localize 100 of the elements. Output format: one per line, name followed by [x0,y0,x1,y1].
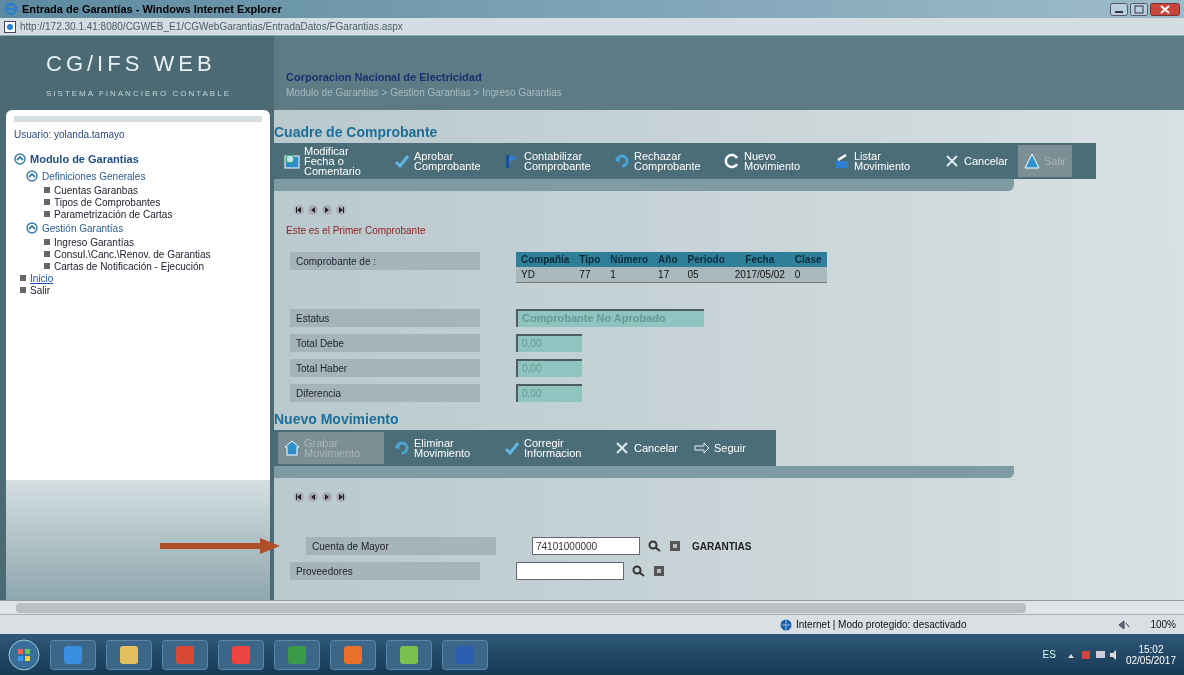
flag-icon [504,153,520,169]
menu-item[interactable]: Cartas de Notificación - Ejecución [54,260,205,272]
check-icon [394,153,410,169]
refresh-icon [724,153,740,169]
first-record-icon[interactable] [294,205,304,215]
bullet-icon [44,239,50,245]
maximize-icon [1130,2,1148,16]
globe-icon [780,618,792,631]
table-cell: 0 [789,267,827,283]
bullet-icon [44,211,50,217]
bullet-icon [20,287,26,293]
text-field[interactable]: 74101000000 [532,537,640,555]
first-record-icon[interactable] [294,492,304,502]
table-cell: 2017/05/02 [729,267,790,283]
minimize-icon [1110,2,1128,16]
window-title: Entrada de Garantías - Windows Internet Explorer [22,1,282,17]
user-label: Usuario: yolanda.tamayo [14,128,125,142]
section-title: Cuadre de Comprobante [274,123,438,142]
undo-icon [614,153,630,169]
toolbar-button[interactable]: Aprobar Comprobante [388,145,494,177]
toolbar-button[interactable]: Cancelar [938,145,1015,177]
next-record-icon[interactable] [322,492,332,502]
app-logo: CG/IFS WEB [46,49,217,78]
menu-item[interactable]: Cuentas Garanbas [54,184,138,196]
field-label: Comprobante de : [290,252,480,270]
table-cell: 17 [653,267,683,283]
zoom-level[interactable]: 100% [1150,617,1176,632]
bullet-icon [20,275,26,281]
menu-item[interactable]: Ingreso Garantías [54,236,135,248]
arrow-icon [694,440,711,456]
toolbar-button[interactable]: Contabilizar Comprobante [498,145,604,177]
bullet-icon [44,187,50,193]
column-header: Número [605,252,654,267]
account-name: GARANTIAS [692,539,752,554]
calendar-icon [284,153,300,169]
app-subtitle: SISTEMA FINANCIERO CONTABLE [46,87,232,100]
menu-link[interactable]: Inicio [30,272,54,284]
field-label: Diferencia [290,384,480,402]
info-message: Este es el Primer Comprobante [285,224,426,238]
add-icon [670,541,680,551]
field-label: Cuenta de Mayor [306,537,496,555]
horizontal-scrollbar[interactable] [0,600,1184,614]
warning-icon [1024,153,1041,169]
menu-group[interactable]: Modulo de Garantias [30,151,139,168]
column-header: Clase [789,252,827,267]
column-header: Tipo [574,252,606,267]
clock-date[interactable]: 02/05/2017 [1125,654,1176,666]
start-button[interactable] [8,638,40,671]
toolbar-button[interactable]: Listar Movimiento [828,145,934,177]
field-label: Proveedores [290,562,480,580]
breadcrumb: Modulo de Garantias > Gestion Garantias > Ingreso Garantias [286,86,562,100]
close-icon [944,153,960,169]
menu-item[interactable]: Parametrización de Cartas [54,208,173,220]
language-indicator[interactable]: ES [1042,647,1056,662]
field-label: Total Debe [290,334,480,352]
toolbar-button[interactable]: Rechazar Comprobante [608,145,714,177]
menu-item[interactable]: Tipos de Comprobantes [54,196,161,208]
table-cell: YD [516,267,575,283]
bullet-icon [44,263,50,269]
toolbar-button[interactable]: Seguir [688,432,752,464]
field-label: Total Haber [290,359,480,377]
bullet-icon [44,199,50,205]
column-header: Periodo [682,252,730,267]
house-icon [284,440,300,456]
column-header: Compañía [516,252,575,267]
menu-item[interactable]: Salir [30,284,50,296]
menu-group[interactable]: Definiciones Generales [42,168,146,184]
menu-group[interactable]: Gestión Garantías [42,220,124,236]
toolbar-button[interactable]: Cancelar [608,432,685,464]
toolbar-button[interactable]: Eliminar Movimiento [388,432,494,464]
section-title: Nuevo Movimiento [274,410,399,429]
column-header: Fecha [729,252,790,267]
table-cell: 05 [682,267,730,283]
toolbar-button[interactable]: Nuevo Movimiento [718,145,824,177]
security-zone: Internet | Modo protegido: desactivado [796,618,967,632]
add-icon [654,566,664,576]
last-record-icon[interactable] [336,492,346,502]
clock-time[interactable]: 15:02 [1138,643,1164,655]
prev-record-icon[interactable] [308,492,318,502]
undo-icon [394,440,410,456]
toolbar-button[interactable]: Corregir Informacion [498,432,604,464]
menu-item[interactable]: Consul.\Canc.\Renov. de Garantias [54,248,211,260]
close-icon [614,440,630,456]
search-icon [632,565,646,577]
last-record-icon[interactable] [336,205,346,215]
table-cell: 77 [574,267,606,283]
organization-name: Corporacion Nacional de Electricidad [286,69,482,85]
field-label: Estatus [290,309,480,327]
close-icon [1150,2,1180,16]
toolbar-button[interactable]: Modificar Fecha o Comentario [278,145,384,177]
prev-record-icon[interactable] [308,205,318,215]
text-field[interactable] [516,562,624,580]
column-header: Año [653,252,683,267]
search-icon [648,540,662,552]
page-icon [4,20,16,33]
table-cell: 1 [605,267,654,283]
zone-icon [1118,619,1131,630]
bullet-icon [44,251,50,257]
tray-icons [1065,648,1116,661]
next-record-icon[interactable] [322,205,332,215]
